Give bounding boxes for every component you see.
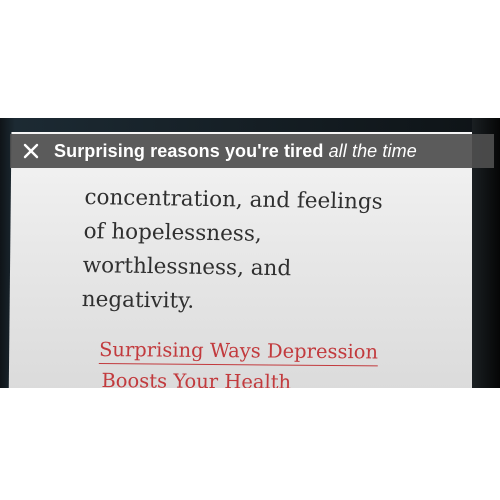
article-body: concentration, and feelings of hopelessn…	[81, 181, 464, 323]
related-link-line-2[interactable]: Boosts Your Health	[101, 367, 292, 388]
modal-title-bar: Surprising reasons you're tired all the …	[10, 134, 494, 168]
title-prefix: Surprising reasons you're tired	[54, 140, 329, 161]
modal-title: Surprising reasons you're tired all the …	[54, 141, 417, 162]
title-emphasis: all the time	[328, 140, 417, 161]
close-icon	[23, 143, 39, 159]
article-line: negativity.	[81, 286, 195, 314]
related-article-link[interactable]: Surprising Ways Depression Boosts Your H…	[98, 336, 379, 388]
article-page: concentration, and feelings of hopelessn…	[8, 132, 496, 388]
related-link-line-1[interactable]: Surprising Ways Depression	[98, 336, 379, 367]
device-screen: concentration, and feelings of hopelessn…	[0, 118, 500, 388]
close-button[interactable]	[18, 138, 44, 164]
